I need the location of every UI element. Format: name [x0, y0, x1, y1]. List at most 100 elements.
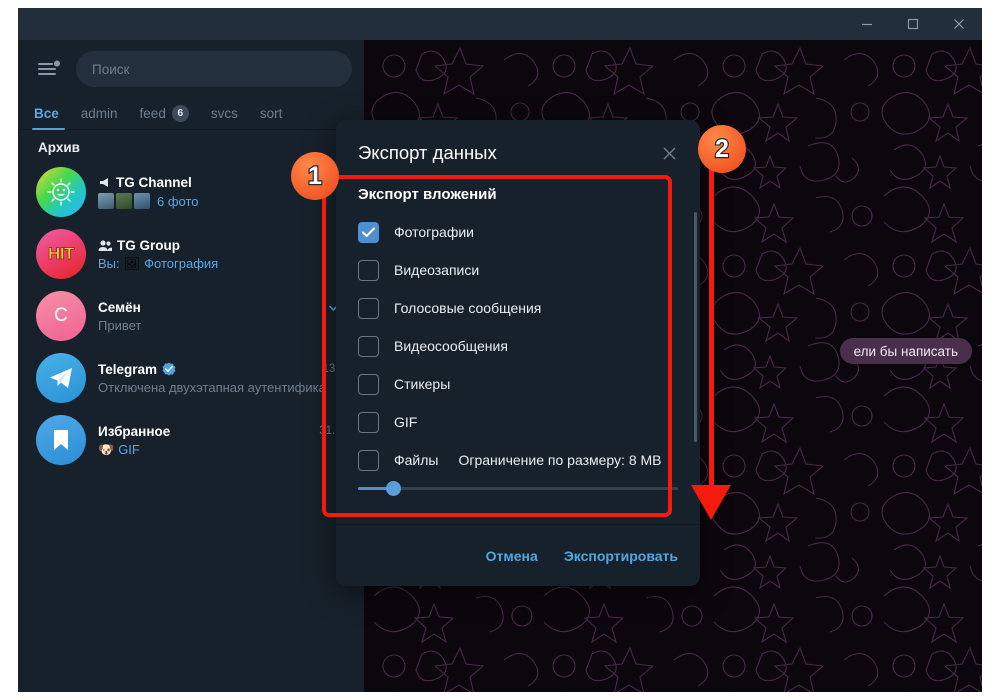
search-input[interactable]: Поиск: [76, 51, 352, 87]
avatar: [36, 167, 86, 217]
list-item[interactable]: С Семён Привет: [18, 285, 364, 347]
annotation-marker-1: 1: [291, 152, 339, 200]
list-item-title: TG Group: [117, 237, 180, 253]
option-label-photos: Фотографии: [394, 224, 475, 240]
title-bar: [18, 8, 982, 40]
hamburger-menu-icon: [38, 60, 60, 75]
check-icon: [362, 227, 375, 237]
export-data-dialog: Экспорт данных Экспорт вложений Фотограф…: [336, 120, 700, 586]
thumbnail: [116, 193, 132, 209]
photo-thumbnails: [98, 193, 150, 209]
list-item-title: Telegram: [98, 361, 158, 377]
checkbox-photos[interactable]: [358, 221, 379, 243]
option-label-video-messages: Видеосообщения: [394, 338, 508, 354]
size-limit-slider[interactable]: [336, 479, 700, 496]
message-bubble-text: ели бы написать: [853, 343, 958, 359]
thumbnail: [98, 193, 114, 209]
option-row-voice-messages[interactable]: Голосовые сообщения: [336, 289, 700, 327]
checkbox-voice-messages[interactable]: [358, 297, 379, 319]
option-row-files[interactable]: Файлы Ограничение по размеру: 8 МВ: [336, 441, 700, 479]
bookmark-icon: [54, 430, 68, 450]
chat-list: TG Channel 6 фото HIT TG Group Вы: 🖼 Фот…: [18, 161, 364, 471]
tab-all[interactable]: Все: [32, 97, 72, 130]
list-item-message: Фотография: [144, 255, 219, 271]
size-limit-label: Ограничение по размеру: 8 МВ: [458, 452, 662, 468]
minimize-icon: [862, 23, 872, 26]
option-row-videos[interactable]: Видеозаписи: [336, 251, 700, 289]
option-row-photos[interactable]: Фотографии: [336, 213, 700, 251]
window-maximize-button[interactable]: [890, 8, 936, 40]
checkbox-videos[interactable]: [358, 259, 379, 281]
avatar: [36, 353, 86, 403]
option-label-stickers: Стикеры: [394, 376, 451, 392]
list-item-body: TG Group Вы: 🖼 Фотография: [98, 238, 350, 271]
archive-label: Архив: [38, 140, 80, 155]
option-row-gif[interactable]: GIF: [336, 403, 700, 441]
dialog-body: Экспорт вложений Фотографии Видеозаписи: [336, 178, 700, 524]
option-label-videos: Видеозаписи: [394, 262, 480, 278]
screenshot-root: ели бы написать Поиск Все admin feed 6 s…: [0, 0, 1000, 700]
close-icon: [954, 19, 964, 29]
avatar: HIT: [36, 229, 86, 279]
avatar: С: [36, 291, 86, 341]
cancel-button[interactable]: Отмена: [486, 548, 538, 564]
window-close-button[interactable]: [936, 8, 982, 40]
tab-feed-badge: 6: [171, 104, 189, 122]
maximize-icon: [907, 18, 919, 30]
tab-admin[interactable]: admin: [81, 97, 131, 129]
list-item-body: Семён Привет: [98, 300, 350, 333]
list-item-header: TG Group: [98, 238, 348, 253]
sidebar-search-row: Поиск: [18, 40, 364, 98]
avatar: [36, 415, 86, 465]
list-item-title: Избранное: [98, 423, 171, 439]
list-item-message: GIF: [118, 441, 140, 457]
option-label-voice-messages: Голосовые сообщения: [394, 300, 542, 316]
gif-emoji-icon: 🐶: [98, 441, 115, 457]
photo-emoji-icon: 🖼: [123, 255, 141, 271]
dialog-close-button[interactable]: [656, 140, 682, 166]
message-bubble: ели бы написать: [839, 338, 972, 364]
list-item-header: Семён: [98, 300, 348, 315]
list-item[interactable]: Telegram 13.1: Отключена двухэтапная аут…: [18, 347, 364, 409]
list-item-body: Telegram 13.1: Отключена двухэтапная аут…: [98, 362, 350, 395]
checkbox-files[interactable]: [358, 449, 379, 471]
tab-all-label: Все: [34, 105, 59, 121]
telegram-window: ели бы написать Поиск Все admin feed 6 s…: [18, 8, 982, 692]
hamburger-menu-button[interactable]: [32, 52, 66, 86]
annotation-marker-2: 2: [698, 125, 746, 173]
list-item-message: 6 фото: [157, 193, 199, 209]
sun-emoji-icon: [47, 178, 75, 206]
export-button[interactable]: Экспортировать: [564, 548, 678, 564]
close-icon: [662, 146, 676, 160]
dialog-footer: Отмена Экспортировать: [336, 524, 700, 586]
tab-feed[interactable]: feed 6: [140, 97, 202, 129]
list-item-message: Отключена двухэтапная аутентифика: [98, 379, 326, 395]
list-item[interactable]: HIT TG Group Вы: 🖼 Фотография: [18, 223, 364, 285]
list-item-sender-prefix: Вы:: [98, 255, 120, 271]
list-item-title: Семён: [98, 299, 141, 315]
checkbox-gif[interactable]: [358, 411, 379, 433]
list-item[interactable]: Избранное 31.10 🐶 GIF: [18, 409, 364, 471]
thumbnail: [134, 193, 150, 209]
avatar-initial: С: [54, 305, 68, 326]
tab-sort[interactable]: sort: [260, 97, 296, 129]
option-row-video-messages[interactable]: Видеосообщения: [336, 327, 700, 365]
avatar-text: HIT: [48, 244, 75, 264]
window-minimize-button[interactable]: [844, 8, 890, 40]
tab-admin-label: admin: [80, 105, 118, 121]
section-title: Экспорт вложений: [358, 186, 497, 203]
annotation-arrow-line: [709, 158, 714, 498]
list-item-preview: Отключена двухэтапная аутентифика: [98, 380, 348, 395]
slider-thumb[interactable]: [385, 481, 401, 496]
tab-svcs[interactable]: svcs: [211, 97, 251, 129]
option-row-stickers[interactable]: Стикеры: [336, 365, 700, 403]
dialog-scrollbar[interactable]: [694, 212, 697, 442]
checkbox-stickers[interactable]: [358, 373, 379, 395]
list-item-preview: 🐶 GIF: [98, 442, 348, 457]
tab-feed-label: feed: [139, 105, 166, 121]
slider-track[interactable]: [358, 481, 678, 496]
checkbox-video-messages[interactable]: [358, 335, 379, 357]
telegram-plane-icon: [50, 368, 72, 388]
verified-badge-icon: [162, 362, 176, 376]
tab-svcs-label: svcs: [210, 105, 238, 121]
